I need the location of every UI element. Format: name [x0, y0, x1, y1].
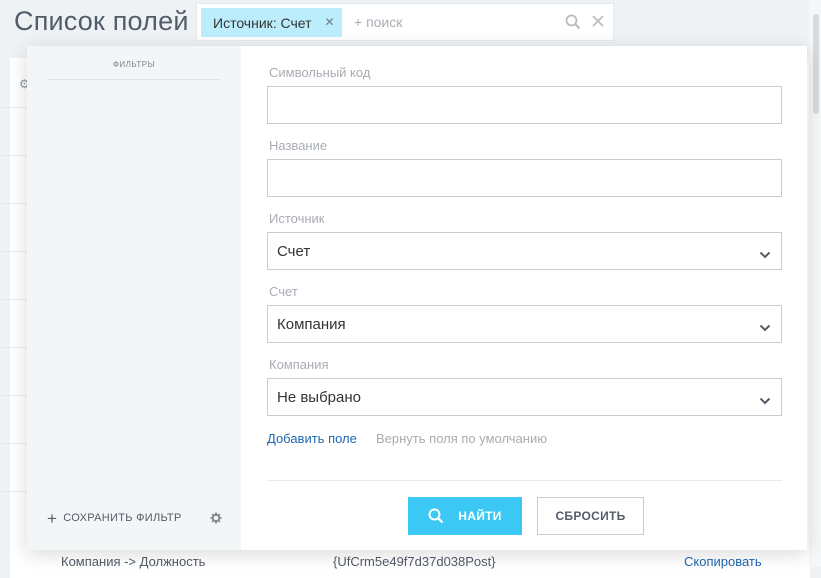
list-divider [0, 107, 30, 108]
list-divider [0, 299, 30, 300]
search-icon[interactable] [565, 14, 581, 35]
filter-popup: ФИЛЬТРЫ + СОХРАНИТЬ ФИЛЬТР Символьный ко… [27, 46, 807, 550]
source-select[interactable]: Счет [267, 232, 782, 270]
invoice-select-value: Компания [277, 315, 346, 333]
filter-chip-label: Источник: Счет [213, 14, 312, 31]
list-divider [0, 347, 30, 348]
page-scrollbar-thumb[interactable] [813, 14, 819, 114]
name-input[interactable] [267, 159, 782, 197]
table-row: Компания -> Должность {UfCrm5e49f7d37d03… [0, 553, 821, 569]
chevron-down-icon [759, 392, 771, 409]
find-button[interactable]: НАЙТИ [408, 497, 522, 535]
filter-chip[interactable]: Источник: Счет ✕ [201, 8, 342, 37]
gear-icon[interactable] [210, 511, 222, 529]
filter-sidebar: ФИЛЬТРЫ + СОХРАНИТЬ ФИЛЬТР [27, 46, 241, 550]
field-label-name: Название [269, 138, 328, 153]
chevron-down-icon [759, 246, 771, 263]
sidebar-title: ФИЛЬТРЫ [47, 60, 221, 80]
invoice-select[interactable]: Компания [267, 305, 782, 343]
close-icon[interactable] [591, 14, 605, 33]
save-filter-button[interactable]: + СОХРАНИТЬ ФИЛЬТР [47, 508, 182, 528]
field-label-company: Компания [269, 357, 329, 372]
company-select[interactable]: Не выбрано [267, 378, 782, 416]
source-select-value: Счет [277, 242, 311, 260]
list-divider [0, 443, 30, 444]
symbol-code-input[interactable] [267, 86, 782, 124]
list-divider [0, 491, 30, 492]
reset-button[interactable]: СБРОСИТЬ [537, 497, 644, 535]
list-divider [0, 155, 30, 156]
list-divider [0, 395, 30, 396]
close-icon[interactable]: ✕ [324, 15, 334, 29]
page-title: Список полей [14, 6, 189, 36]
filter-search-bar[interactable]: Источник: Счет ✕ + поиск [196, 3, 614, 41]
reset-button-label: СБРОСИТЬ [555, 509, 626, 523]
form-divider [267, 480, 782, 481]
field-label-code: Символьный код [269, 65, 371, 80]
restore-default-fields-link[interactable]: Вернуть поля по умолчанию [376, 431, 547, 446]
add-field-link[interactable]: Добавить поле [267, 431, 357, 446]
company-select-value: Не выбрано [277, 388, 361, 406]
save-filter-label: СОХРАНИТЬ ФИЛЬТР [63, 512, 182, 524]
field-label-invoice: Счет [269, 284, 298, 299]
list-divider [0, 203, 30, 204]
list-divider [0, 251, 30, 252]
search-icon [428, 508, 444, 524]
find-button-label: НАЙТИ [458, 509, 502, 523]
plus-icon: + [47, 508, 58, 528]
field-label-source: Источник [269, 211, 325, 226]
chevron-down-icon [759, 319, 771, 336]
search-input-placeholder[interactable]: + поиск [354, 14, 402, 30]
